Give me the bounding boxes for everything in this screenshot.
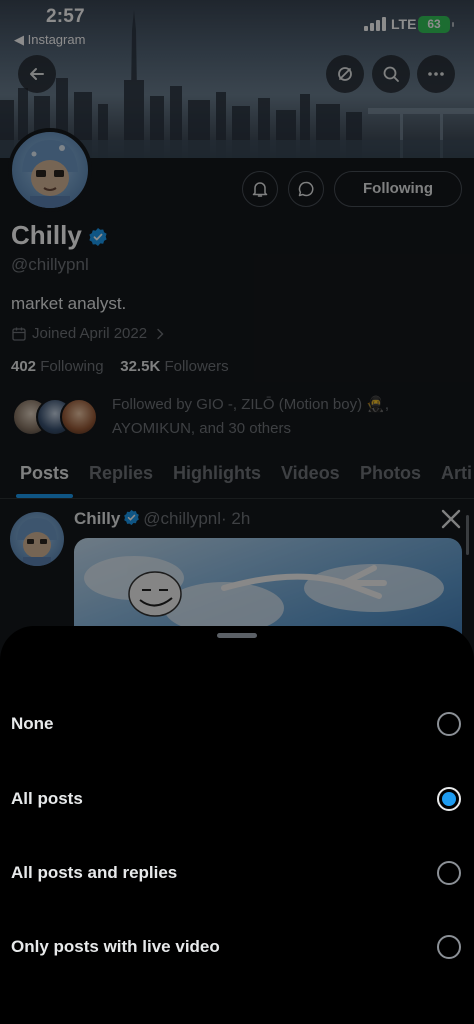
radio-button[interactable]	[437, 712, 461, 736]
option-label: None	[11, 714, 54, 733]
option-all-posts[interactable]: All posts	[0, 769, 474, 829]
option-label: All posts	[11, 789, 83, 808]
option-live-video[interactable]: Only posts with live video	[0, 917, 474, 977]
sheet-grabber[interactable]	[217, 633, 257, 638]
radio-button[interactable]	[437, 861, 461, 885]
option-label: All posts and replies	[11, 863, 178, 882]
notification-settings-sheet: None All posts All posts and replies Onl…	[0, 626, 474, 1024]
option-all-posts-and-replies[interactable]: All posts and replies	[0, 843, 474, 903]
option-none[interactable]: None	[0, 694, 474, 754]
option-label: Only posts with live video	[11, 937, 220, 956]
radio-button-selected[interactable]	[437, 787, 461, 811]
radio-button[interactable]	[437, 935, 461, 959]
